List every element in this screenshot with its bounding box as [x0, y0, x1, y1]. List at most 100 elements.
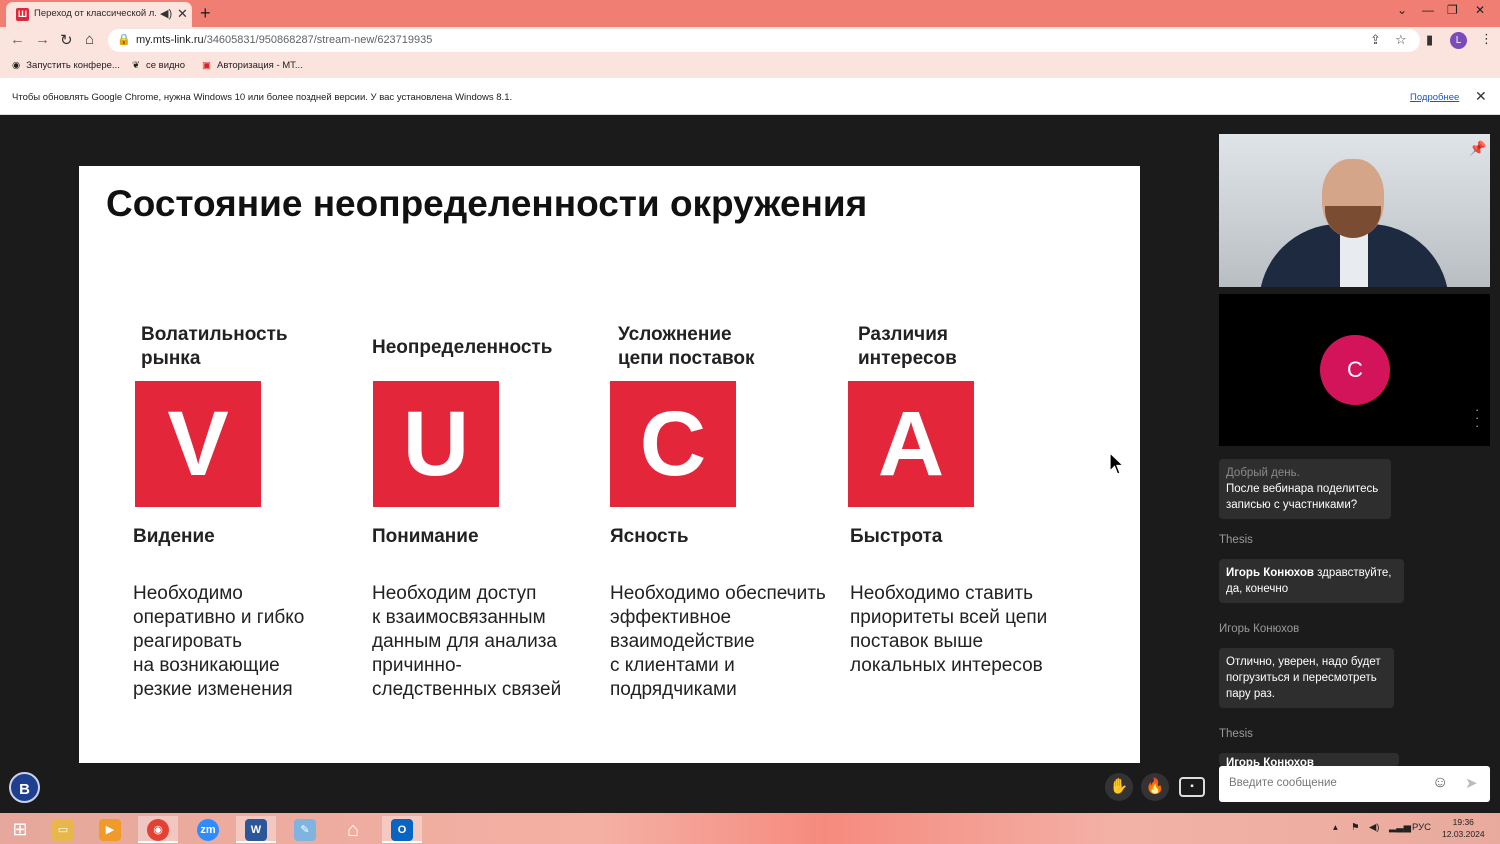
- flag-icon[interactable]: ⚑: [1351, 822, 1360, 833]
- close-window-button[interactable]: ✕: [1475, 3, 1485, 17]
- update-infobar: Чтобы обновлять Google Chrome, нужна Win…: [0, 78, 1500, 115]
- taskbar-zoom[interactable]: zm: [188, 816, 228, 843]
- profile-avatar[interactable]: L: [1450, 32, 1467, 49]
- chat-author: Игорь Конюхов: [1219, 623, 1300, 635]
- column-subtitle: Понимание: [372, 526, 479, 547]
- minimize-button[interactable]: —: [1422, 3, 1434, 17]
- media-player-icon: ▶: [99, 818, 121, 841]
- tab-search-chevron-icon[interactable]: ⌄: [1397, 3, 1407, 17]
- column-heading: Усложнение цепи поставок: [618, 324, 755, 369]
- browser-toolbar: ← → ↻ ⌂ 🔒 my.mts-link.ru/34605831/950868…: [0, 27, 1500, 55]
- globe-icon: ◉: [12, 60, 21, 71]
- reload-button[interactable]: ↻: [60, 31, 73, 49]
- start-button[interactable]: ⊞: [0, 816, 40, 843]
- back-button[interactable]: ←: [10, 31, 25, 48]
- taskbar-media[interactable]: ▶: [90, 816, 130, 843]
- clock-date: 12.03.2024: [1442, 829, 1485, 839]
- restore-button[interactable]: ❐: [1447, 3, 1458, 17]
- chat-message: Игорь Конюхов постараемся...: [1219, 753, 1399, 766]
- hse-logo-icon: В: [9, 772, 40, 803]
- letter-tile: U: [373, 381, 499, 507]
- infobar-message: Чтобы обновлять Google Chrome, нужна Win…: [12, 92, 513, 103]
- presentation-slide: Состояние неопределенности окружения Вол…: [79, 166, 1140, 763]
- column-description: Необходим доступ к взаимосвязанным данны…: [372, 583, 562, 700]
- bookmarks-bar: ◉ Запустить конфере... ❦ се видно ▣ Авториз…: [0, 55, 1500, 78]
- system-clock[interactable]: 19:36 12.03.2024: [1442, 816, 1485, 840]
- leaf-icon: ❦: [132, 60, 140, 71]
- picture-in-picture-button[interactable]: ▪: [1179, 777, 1205, 797]
- speaker-icon[interactable]: ◀): [160, 7, 172, 20]
- taskbar-word[interactable]: W: [236, 816, 276, 843]
- participant-video[interactable]: С · · ·: [1219, 294, 1490, 446]
- chat-message-faded-text: Добрый день.: [1226, 467, 1300, 479]
- lock-icon[interactable]: 🔒: [117, 33, 131, 46]
- reaction-fire-button[interactable]: 🔥: [1141, 773, 1169, 801]
- infobar-more-link[interactable]: Подробнее: [1410, 92, 1459, 103]
- chat-input[interactable]: Введите сообщение ☺ ➤: [1219, 766, 1490, 802]
- taskbar-outlook[interactable]: O: [382, 816, 422, 843]
- mts-icon: ▣: [202, 60, 211, 71]
- network-icon[interactable]: ▂▃▅: [1389, 822, 1411, 833]
- close-tab-icon[interactable]: ✕: [177, 6, 188, 22]
- outlook-icon: O: [391, 818, 413, 841]
- speaker-video[interactable]: 📌: [1219, 134, 1490, 287]
- url-host: my.mts-link.ru: [136, 34, 204, 46]
- column-description: Необходимо ставить приоритеты всей цепи …: [850, 583, 1048, 676]
- bookmark-label: Запустить конфере...: [26, 60, 120, 71]
- raise-hand-button[interactable]: ✋: [1105, 773, 1133, 801]
- windows-logo-icon: ⊞: [12, 819, 28, 839]
- side-panel-icon[interactable]: ▮: [1426, 32, 1433, 48]
- taskbar-chrome[interactable]: ◉: [138, 816, 178, 843]
- new-tab-button[interactable]: +: [200, 3, 211, 24]
- browser-tab[interactable]: Ш Переход от классической л... ◀) ✕: [6, 2, 192, 27]
- taskbar-paint[interactable]: ✎: [285, 816, 325, 843]
- column-subtitle: Видение: [133, 526, 215, 547]
- bookmark-item[interactable]: ❦ се видно: [132, 60, 185, 71]
- windows-taskbar: ⊞ ▭ ▶ ◉ zm W ✎ ⌂ O ▴ ⚑ ◀) ▂▃▅ РУС 19:36 …: [0, 813, 1500, 844]
- more-options-icon[interactable]: · · ·: [1475, 403, 1479, 432]
- chat-message: Отлично, уверен, надо будет погрузиться …: [1219, 648, 1394, 708]
- taskbar-home[interactable]: ⌂: [333, 816, 373, 843]
- chat-mention[interactable]: Игорь Конюхов: [1226, 567, 1314, 579]
- word-icon: W: [245, 818, 267, 841]
- tab-title: Переход от классической л...: [34, 8, 156, 19]
- clock-time: 19:36: [1452, 817, 1474, 827]
- participant-avatar: С: [1320, 335, 1390, 405]
- browser-titlebar: Ш Переход от классической л... ◀) ✕ + ⌄ …: [0, 0, 1500, 27]
- bookmark-item[interactable]: ▣ Авторизация - МТ...: [202, 60, 303, 71]
- column-description: Необходимо обеспечить эффективное взаимо…: [610, 583, 826, 700]
- column-heading: Различия интересов: [858, 324, 957, 369]
- taskbar-explorer[interactable]: ▭: [43, 816, 83, 843]
- url-text: my.mts-link.ru/34605831/950868287/stream…: [136, 34, 432, 46]
- chat-message: Игорь Конюхов здравствуйте, да, конечно: [1219, 559, 1404, 603]
- letter-tile: C: [610, 381, 736, 507]
- language-indicator[interactable]: РУС: [1412, 822, 1431, 833]
- column-subtitle: Быстрота: [850, 526, 943, 547]
- column-description: Необходимо оперативно и гибко реагироват…: [133, 583, 305, 700]
- chat-message-text: После вебинара поделитесь записью с учас…: [1226, 483, 1379, 511]
- chat-input-placeholder: Введите сообщение: [1229, 777, 1337, 789]
- share-icon[interactable]: ⇪: [1370, 32, 1381, 48]
- chat-author: Thesis: [1219, 534, 1253, 546]
- paint-icon: ✎: [294, 818, 316, 841]
- emoji-icon[interactable]: ☺: [1432, 774, 1448, 792]
- zoom-icon: zm: [197, 818, 219, 841]
- chat-message: Добрый день. После вебинара поделитесь з…: [1219, 459, 1391, 519]
- forward-button[interactable]: →: [35, 31, 50, 48]
- volume-icon[interactable]: ◀): [1369, 822, 1379, 833]
- column-heading: Неопределенность: [372, 337, 553, 358]
- letter-tile: A: [848, 381, 974, 507]
- home-button[interactable]: ⌂: [85, 31, 94, 48]
- send-icon[interactable]: ➤: [1465, 774, 1478, 792]
- menu-kebab-icon[interactable]: ⋮: [1480, 31, 1493, 47]
- pin-icon[interactable]: 📌: [1469, 140, 1486, 157]
- slide-title: Состояние неопределенности окружения: [106, 183, 868, 224]
- infobar-close-icon[interactable]: ✕: [1475, 88, 1487, 105]
- chrome-icon: ◉: [147, 818, 169, 841]
- chat-message-text: Отлично, уверен, надо будет погрузиться …: [1226, 656, 1381, 700]
- address-bar[interactable]: 🔒 my.mts-link.ru/34605831/950868287/stre…: [108, 29, 1420, 52]
- bookmark-star-icon[interactable]: ☆: [1395, 32, 1407, 48]
- bookmark-item[interactable]: ◉ Запустить конфере...: [12, 60, 120, 71]
- column-subtitle: Ясность: [610, 526, 689, 547]
- tray-chevron-icon[interactable]: ▴: [1333, 822, 1338, 833]
